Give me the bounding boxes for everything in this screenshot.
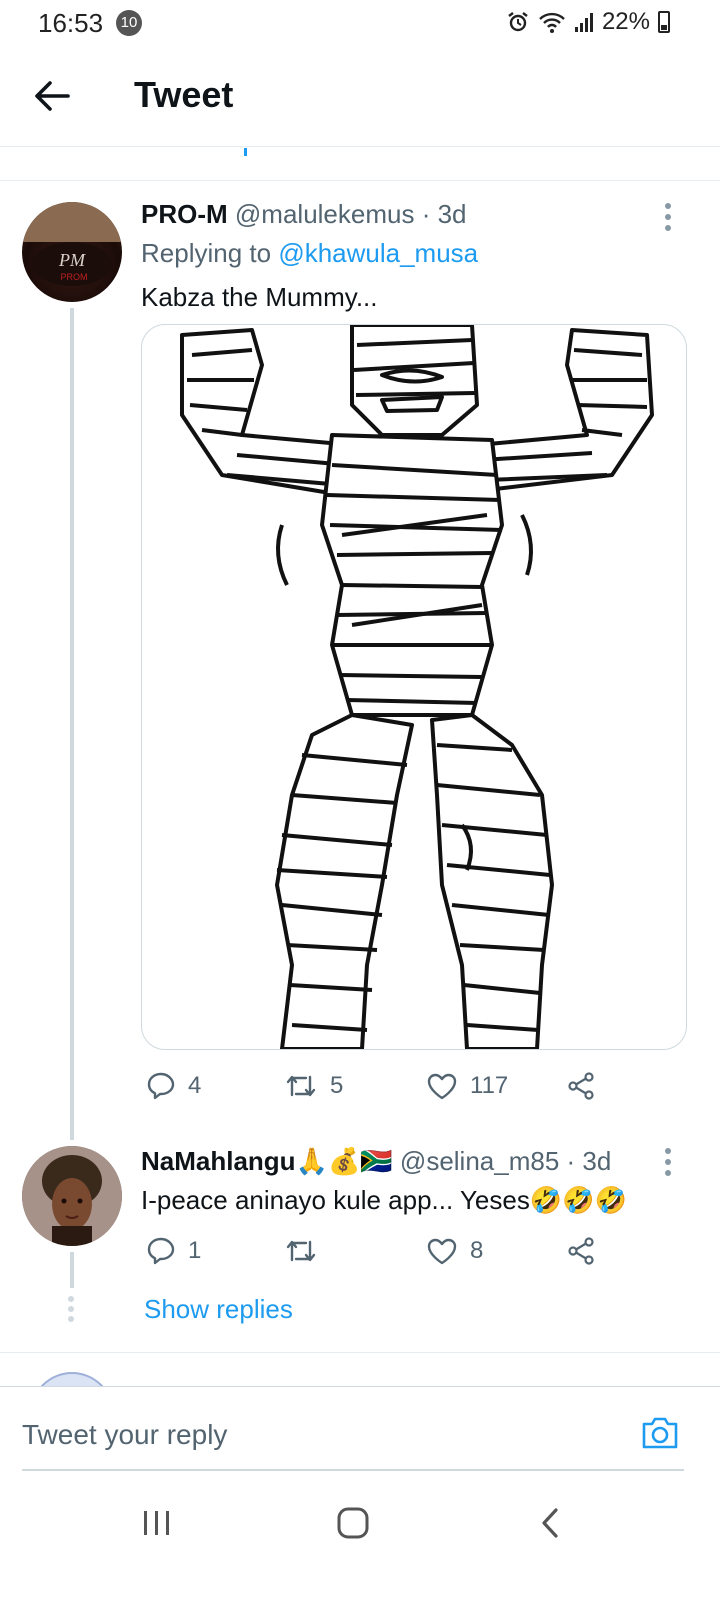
tweet-actions: 4 5 117 [146,1071,606,1101]
tweet-text: I-peace aninayo kule app... Yeses🤣🤣🤣 [141,1185,627,1215]
tweet-header: PRO-M @malulekemus · 3d [141,199,467,230]
avatar[interactable]: PM PROM [22,202,122,302]
avatar-image: PM PROM [22,202,122,286]
page-title: Tweet [134,74,234,115]
tweet-text: Kabza the Mummy... [141,282,378,312]
arrow-left-icon[interactable] [30,74,74,118]
user-handle[interactable]: @selina_m85 [400,1146,559,1176]
recent-apps-icon[interactable] [140,1508,174,1538]
tweet-time: · 3d [421,199,467,229]
divider [0,1352,720,1353]
like-button[interactable]: 8 [426,1236,566,1266]
thread-dots [68,1296,74,1322]
thread-line [70,1252,74,1288]
system-nav-bar [0,1480,720,1600]
thread-line [70,308,74,1140]
more-options-icon[interactable] [665,203,673,236]
reply-button[interactable]: 4 [146,1071,284,1101]
svg-text:PM: PM [58,250,86,270]
share-button[interactable] [566,1071,596,1101]
avatar[interactable] [22,1146,122,1246]
mummy-drawing [180,325,654,1049]
replying-prefix: Replying to [141,238,279,268]
heart-icon [427,1073,457,1100]
show-replies-link[interactable]: Show replies [144,1294,293,1325]
share-icon [568,1237,594,1265]
svg-text:PROM: PROM [61,272,88,282]
tweet-media-image[interactable] [141,324,687,1050]
reply-count: 1 [188,1237,202,1264]
replying-to: Replying to @khawula_musa [141,238,478,269]
battery-icon [658,11,670,33]
previous-tweet-fragment [244,148,247,156]
reply-composer[interactable]: Tweet your reply [0,1386,720,1472]
like-button[interactable]: 117 [426,1071,566,1101]
retweet-icon [286,1240,316,1262]
heart-icon [427,1238,457,1265]
alarm-icon [508,12,528,32]
notification-count-badge: 10 [116,10,142,36]
more-options-icon[interactable] [665,1148,673,1181]
top-app-bar: Tweet [0,46,720,147]
share-icon [568,1072,594,1100]
display-name[interactable]: NaMahlangu🙏💰🇿🇦 [141,1146,393,1176]
tweet-time: · 3d [566,1146,612,1176]
like-count: 117 [470,1072,509,1099]
avatar-image [22,1146,122,1246]
reply-button[interactable]: 1 [146,1236,284,1266]
replying-to-handle[interactable]: @khawula_musa [278,238,478,268]
share-button[interactable] [566,1236,596,1266]
reply-input-placeholder[interactable]: Tweet your reply [22,1419,227,1451]
battery-percent: 22% [601,8,650,35]
divider [0,180,720,181]
back-nav-icon[interactable] [538,1506,562,1540]
reply-icon [147,1072,175,1100]
status-bar: 16:53 10 22% [0,0,720,46]
retweet-icon [286,1075,316,1097]
display-name[interactable]: PRO-M [141,199,228,229]
reply-icon [147,1237,175,1265]
wifi-icon [539,12,565,33]
retweet-button[interactable] [284,1236,426,1266]
status-time: 16:53 [38,8,104,38]
reply-count: 4 [188,1072,202,1099]
reply-underline [22,1469,684,1471]
like-count: 8 [470,1237,484,1264]
camera-icon[interactable] [640,1415,680,1451]
home-icon[interactable] [336,1506,370,1540]
retweet-button[interactable]: 5 [284,1071,426,1101]
user-handle[interactable]: @malulekemus [235,199,415,229]
signal-icon [574,13,593,32]
tweet-header: NaMahlangu🙏💰🇿🇦 @selina_m85 · 3d [141,1146,611,1177]
tweet-actions: 1 8 [146,1236,606,1266]
status-icons: 22% [506,8,670,36]
retweet-count: 5 [330,1072,344,1099]
